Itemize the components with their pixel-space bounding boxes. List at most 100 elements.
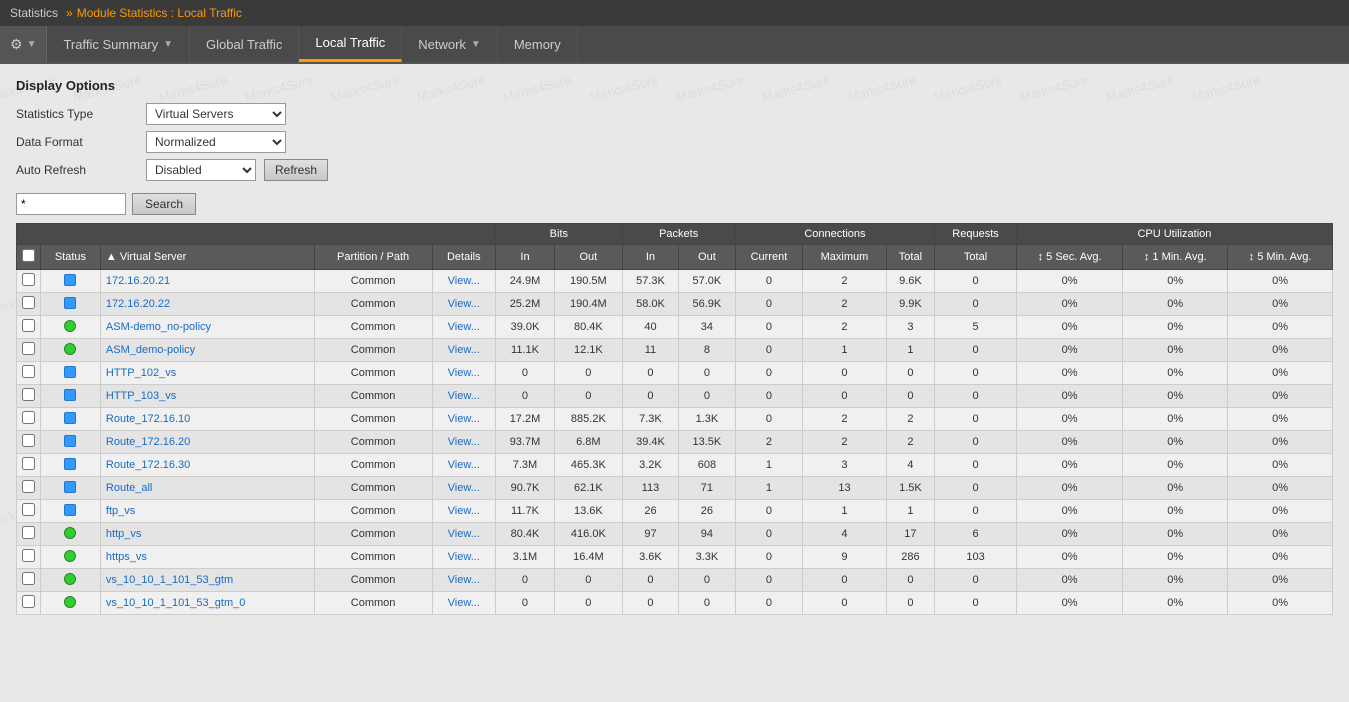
row-checkbox[interactable] xyxy=(22,457,35,470)
virtual-server-link[interactable]: Route_172.16.10 xyxy=(106,413,190,425)
row-checkbox[interactable] xyxy=(22,572,35,585)
col-conn-max[interactable]: Maximum xyxy=(803,245,886,270)
row-virtual-server: Route_all xyxy=(100,477,314,500)
row-checkbox[interactable] xyxy=(22,388,35,401)
select-all-checkbox[interactable] xyxy=(22,249,35,262)
row-req-total: 0 xyxy=(935,339,1017,362)
row-conn-max: 2 xyxy=(803,431,886,454)
col-cpu-5m[interactable]: ↕ 5 Min. Avg. xyxy=(1228,245,1333,270)
col-pkts-in[interactable]: In xyxy=(622,245,678,270)
virtual-server-link[interactable]: ASM-demo_no-policy xyxy=(106,321,211,333)
col-pkts-out[interactable]: Out xyxy=(679,245,735,270)
virtual-server-link[interactable]: 172.16.20.22 xyxy=(106,298,170,310)
row-cpu-1m: 0% xyxy=(1123,408,1228,431)
tab-memory[interactable]: Memory xyxy=(498,26,578,62)
details-link[interactable]: View... xyxy=(448,344,480,356)
details-link[interactable]: View... xyxy=(448,505,480,517)
details-link[interactable]: View... xyxy=(448,459,480,471)
row-status xyxy=(41,546,101,569)
row-conn-total: 1.5K xyxy=(886,477,935,500)
col-conn-cur[interactable]: Current xyxy=(735,245,803,270)
details-link[interactable]: View... xyxy=(448,482,480,494)
row-partition: Common xyxy=(314,408,432,431)
virtual-server-link[interactable]: https_vs xyxy=(106,551,147,563)
details-link[interactable]: View... xyxy=(448,528,480,540)
col-bits-in[interactable]: In xyxy=(495,245,554,270)
data-format-select[interactable]: Normalized Raw xyxy=(146,131,286,153)
auto-refresh-select[interactable]: Disabled 10 seconds 30 seconds 60 second… xyxy=(146,159,256,181)
group-header-cpu: CPU Utilization xyxy=(1016,224,1332,245)
col-conn-total[interactable]: Total xyxy=(886,245,935,270)
virtual-server-link[interactable]: HTTP_102_vs xyxy=(106,367,176,379)
virtual-server-link[interactable]: ftp_vs xyxy=(106,505,135,517)
row-checkbox[interactable] xyxy=(22,503,35,516)
tab-network-label: Network xyxy=(418,37,466,52)
row-checkbox[interactable] xyxy=(22,296,35,309)
virtual-server-link[interactable]: Route_all xyxy=(106,482,152,494)
details-link[interactable]: View... xyxy=(448,275,480,287)
virtual-server-link[interactable]: vs_10_10_1_101_53_gtm_0 xyxy=(106,597,245,609)
details-link[interactable]: View... xyxy=(448,574,480,586)
row-details: View... xyxy=(432,408,495,431)
row-virtual-server: ASM_demo-policy xyxy=(100,339,314,362)
row-virtual-server: vs_10_10_1_101_53_gtm_0 xyxy=(100,592,314,615)
search-button[interactable]: Search xyxy=(132,193,196,215)
gear-menu[interactable]: ⚙ ▼ xyxy=(0,26,47,62)
details-link[interactable]: View... xyxy=(448,367,480,379)
status-blue-icon xyxy=(64,274,76,286)
row-checkbox[interactable] xyxy=(22,273,35,286)
virtual-server-link[interactable]: Route_172.16.30 xyxy=(106,459,190,471)
search-input[interactable] xyxy=(16,193,126,215)
row-partition: Common xyxy=(314,592,432,615)
refresh-button[interactable]: Refresh xyxy=(264,159,328,181)
row-checkbox[interactable] xyxy=(22,411,35,424)
virtual-server-link[interactable]: ASM_demo-policy xyxy=(106,344,195,356)
col-bits-out[interactable]: Out xyxy=(555,245,623,270)
tab-local-traffic[interactable]: Local Traffic xyxy=(299,26,402,62)
row-cpu-1m: 0% xyxy=(1123,339,1228,362)
col-req-total[interactable]: Total xyxy=(935,245,1017,270)
virtual-server-link[interactable]: http_vs xyxy=(106,528,141,540)
row-req-total: 0 xyxy=(935,500,1017,523)
col-status[interactable]: Status xyxy=(41,245,101,270)
virtual-server-link[interactable]: 172.16.20.21 xyxy=(106,275,170,287)
auto-refresh-label: Auto Refresh xyxy=(16,163,146,177)
details-link[interactable]: View... xyxy=(448,413,480,425)
col-details[interactable]: Details xyxy=(432,245,495,270)
data-table-wrapper: Bits Packets Connections Requests CPU Ut… xyxy=(16,223,1333,615)
tab-traffic-summary[interactable]: Traffic Summary ▼ xyxy=(47,26,190,62)
row-bits-in: 24.9M xyxy=(495,270,554,293)
details-link[interactable]: View... xyxy=(448,390,480,402)
details-link[interactable]: View... xyxy=(448,298,480,310)
row-checkbox[interactable] xyxy=(22,365,35,378)
statistics-type-select[interactable]: Virtual Servers Pools Nodes iRules Profi… xyxy=(146,103,286,125)
row-checkbox[interactable] xyxy=(22,595,35,608)
details-link[interactable]: View... xyxy=(448,551,480,563)
tab-network[interactable]: Network ▼ xyxy=(402,26,498,62)
row-checkbox[interactable] xyxy=(22,526,35,539)
gear-icon: ⚙ xyxy=(10,36,23,53)
row-partition: Common xyxy=(314,477,432,500)
details-link[interactable]: View... xyxy=(448,597,480,609)
row-status xyxy=(41,523,101,546)
row-req-total: 6 xyxy=(935,523,1017,546)
virtual-server-link[interactable]: vs_10_10_1_101_53_gtm xyxy=(106,574,233,586)
col-virtual-server[interactable]: ▲ Virtual Server xyxy=(100,245,314,270)
virtual-server-link[interactable]: HTTP_103_vs xyxy=(106,390,176,402)
virtual-server-link[interactable]: Route_172.16.20 xyxy=(106,436,190,448)
row-checkbox[interactable] xyxy=(22,549,35,562)
row-bits-out: 885.2K xyxy=(555,408,623,431)
details-link[interactable]: View... xyxy=(448,436,480,448)
row-checkbox[interactable] xyxy=(22,480,35,493)
row-checkbox[interactable] xyxy=(22,434,35,447)
row-checkbox[interactable] xyxy=(22,342,35,355)
row-cpu-5m: 0% xyxy=(1228,362,1333,385)
table-row: Route_all Common View... 90.7K 62.1K 113… xyxy=(17,477,1333,500)
row-checkbox-cell xyxy=(17,454,41,477)
row-checkbox[interactable] xyxy=(22,319,35,332)
details-link[interactable]: View... xyxy=(448,321,480,333)
col-partition[interactable]: Partition / Path xyxy=(314,245,432,270)
col-cpu-1m[interactable]: ↕ 1 Min. Avg. xyxy=(1123,245,1228,270)
col-cpu-5s[interactable]: ↕ 5 Sec. Avg. xyxy=(1016,245,1123,270)
tab-global-traffic[interactable]: Global Traffic xyxy=(190,26,299,62)
